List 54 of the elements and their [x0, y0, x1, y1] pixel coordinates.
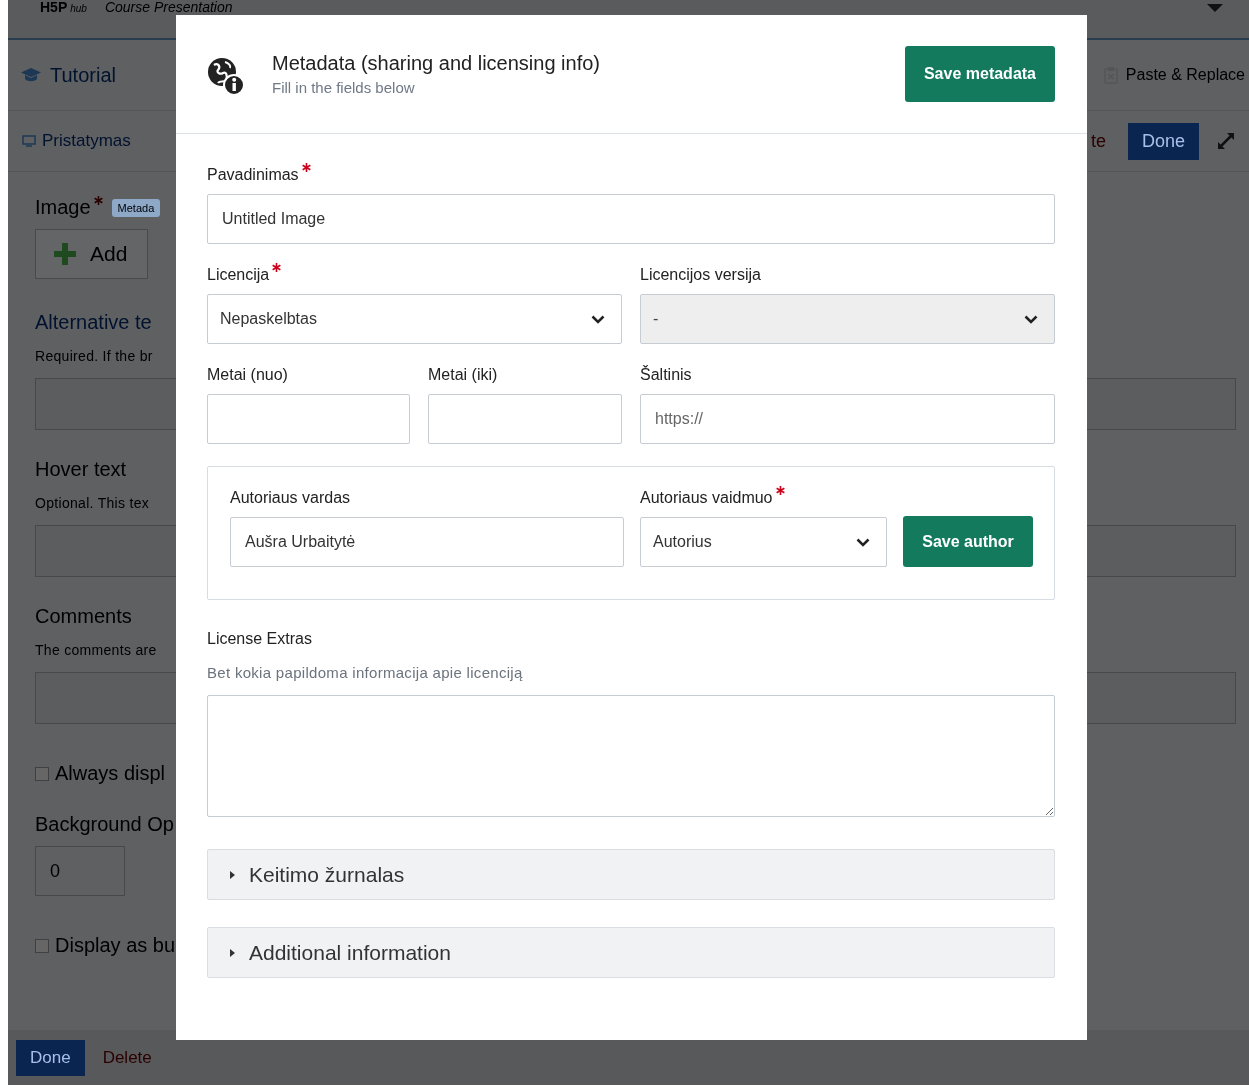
- field-label: Pavadinimas: [207, 166, 299, 184]
- caret-icon: [230, 870, 235, 879]
- caret-icon: [230, 948, 235, 957]
- chevron-down-icon: [591, 314, 605, 324]
- field-label: License Extras: [207, 630, 312, 648]
- logo-subtext: hub: [70, 2, 87, 16]
- save-metadata-button[interactable]: Save metadata: [904, 46, 1055, 102]
- field-label: Image: [35, 196, 91, 219]
- add-button[interactable]: Add: [35, 229, 149, 279]
- field-label: Licencija: [207, 266, 270, 284]
- title-field[interactable]: Untitled Image: [207, 194, 1055, 244]
- field-label: Metai (nuo): [207, 366, 288, 384]
- globe-info-icon: [206, 56, 246, 96]
- field-description: Required. If the br: [35, 348, 153, 364]
- checkbox[interactable]: [35, 766, 49, 781]
- field-label: Autoriaus vaidmuo: [640, 489, 773, 507]
- collapsible-section[interactable]: Keitimo žurnalas: [207, 849, 1055, 900]
- field-label: Autoriaus vardas: [230, 489, 351, 507]
- checkbox-label: Display as bu: [55, 934, 176, 957]
- done-button[interactable]: Done: [16, 1039, 85, 1076]
- author-role-select[interactable]: Autorius: [640, 517, 887, 567]
- monitor-icon: [22, 135, 36, 147]
- caret-icon[interactable]: [1207, 4, 1223, 12]
- field-heading: Hover text: [35, 458, 127, 481]
- plus-icon: [54, 243, 76, 265]
- field-description: The comments are: [35, 642, 157, 658]
- field-label: Šaltinis: [640, 366, 692, 384]
- chevron-down-icon: [1024, 314, 1038, 324]
- field-description: Bet kokia papildoma informacija apie licenciją: [207, 664, 524, 681]
- field-heading: Comments: [35, 605, 132, 628]
- year-from-field[interactable]: [207, 394, 410, 444]
- logo-text: H5P: [40, 0, 68, 14]
- expand-icon[interactable]: [1215, 130, 1237, 152]
- field-label: Licencijos versija: [640, 266, 761, 284]
- field-heading: Alternative te: [35, 311, 152, 334]
- metadata-tag[interactable]: Metada: [111, 198, 161, 217]
- field-description: Optional. This tex: [35, 495, 150, 511]
- content-type-title: Course Presentation: [104, 0, 233, 14]
- collapsible-section[interactable]: Additional information: [207, 927, 1055, 978]
- dialog-title: Metadata (sharing and licensing info): [272, 52, 601, 75]
- year-to-field[interactable]: [428, 394, 622, 444]
- source-field[interactable]: https://: [640, 394, 1055, 444]
- field-heading: Background Op: [35, 813, 174, 836]
- field-label: Metai (iki): [428, 366, 498, 384]
- dialog-subtitle: Fill in the fields below: [272, 79, 416, 96]
- save-author-button[interactable]: Save author: [903, 516, 1033, 567]
- checkbox[interactable]: [35, 938, 49, 953]
- done-button[interactable]: Done: [1127, 122, 1199, 160]
- checkbox-label: Always displ: [55, 762, 166, 785]
- chevron-down-icon: [856, 537, 870, 547]
- graduation-cap-icon: [20, 67, 42, 83]
- license-select[interactable]: Nepaskelbtas: [207, 294, 622, 344]
- author-name-field[interactable]: Aušra Urbaitytė: [230, 517, 624, 567]
- license-extras-field[interactable]: [207, 695, 1055, 817]
